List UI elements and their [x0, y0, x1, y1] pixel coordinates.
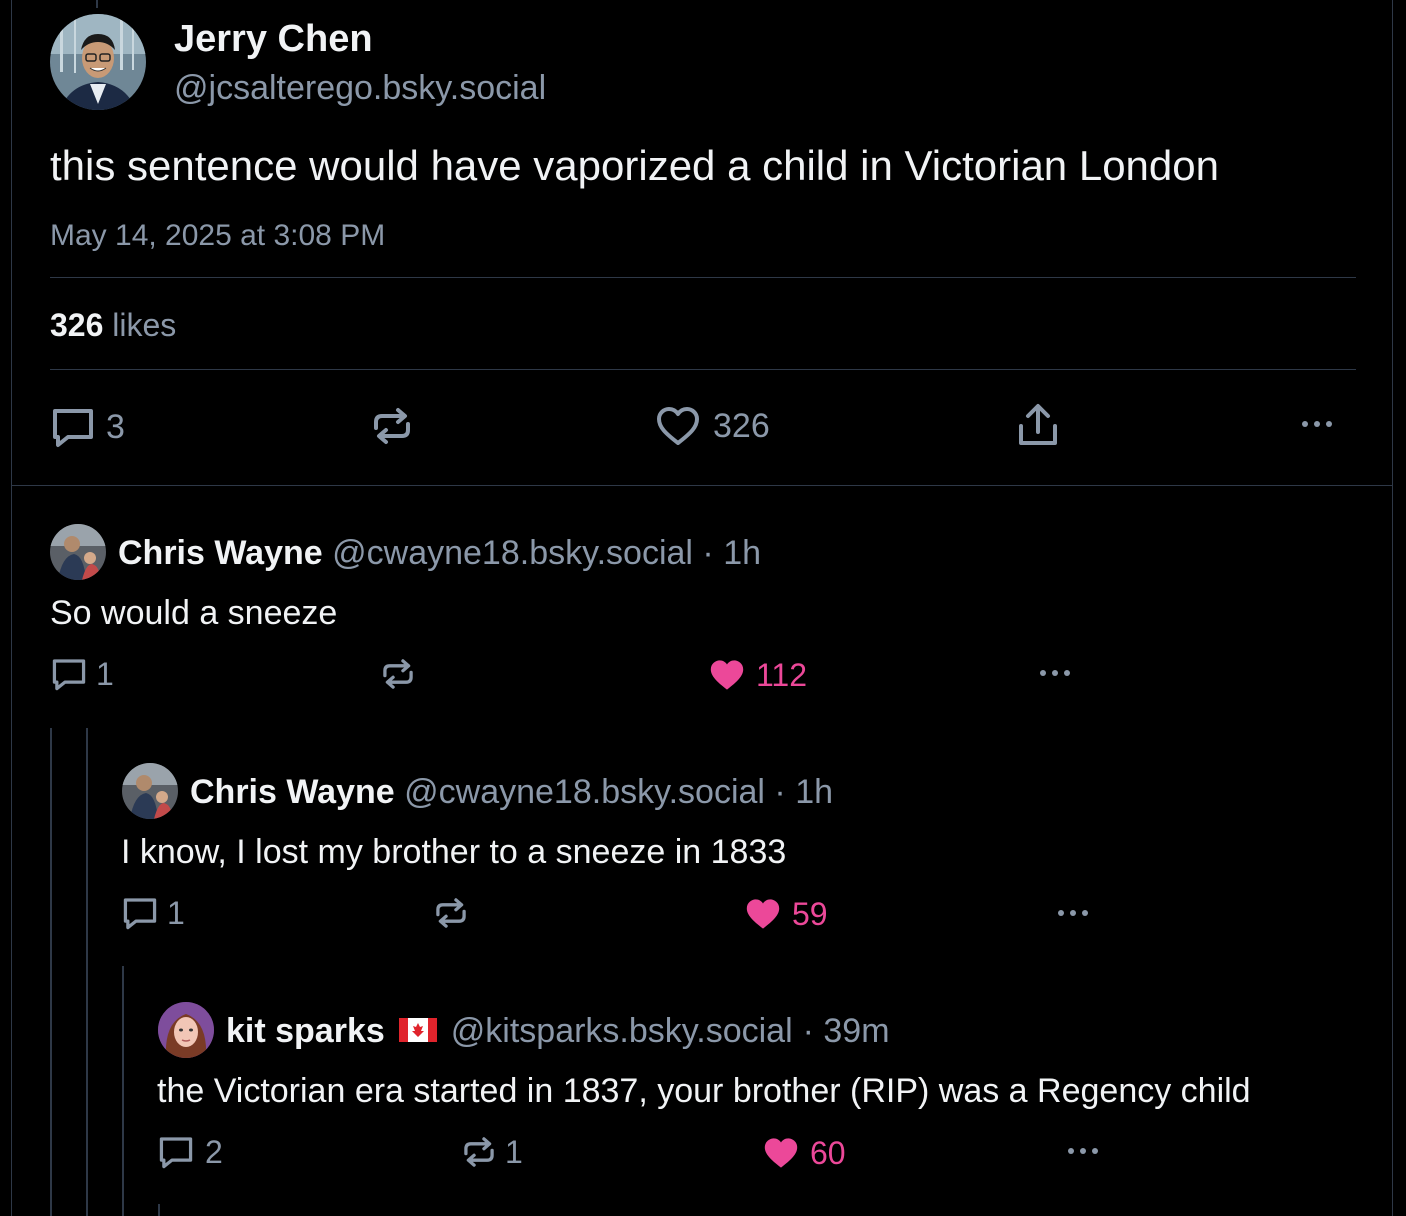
repost-button[interactable] [433, 895, 469, 931]
reply-header: Chris Wayne @cwayne18.bsky.social · 1h [190, 771, 833, 813]
reply-count: 2 [205, 1133, 223, 1170]
more-icon[interactable] [1040, 670, 1070, 676]
like-button[interactable]: 60 [762, 1134, 846, 1172]
likes-count: 326 [50, 307, 104, 343]
reply-icon [157, 1135, 195, 1169]
reply-icon [121, 896, 159, 930]
author-name[interactable]: Chris Wayne [190, 773, 395, 811]
reply-button[interactable]: 1 [121, 895, 185, 931]
divider [50, 369, 1356, 370]
avatar[interactable] [122, 763, 178, 819]
likes-summary[interactable]: 326 likes [50, 304, 176, 346]
reply-icon [50, 657, 88, 691]
repost-icon [433, 895, 469, 931]
repost-button[interactable] [380, 656, 416, 692]
heart-icon [708, 658, 746, 692]
reply-text: So would a sneeze [50, 594, 338, 632]
repost-icon [370, 404, 414, 448]
like-count: 112 [756, 656, 808, 693]
repost-button[interactable]: 1 [461, 1134, 523, 1170]
avatar[interactable] [50, 524, 106, 580]
left-border [11, 0, 12, 1216]
author-name[interactable]: Chris Wayne [118, 534, 323, 572]
heart-icon [762, 1136, 800, 1170]
more-icon[interactable] [1302, 421, 1332, 427]
reply-text: the Victorian era started in 1837, your … [157, 1072, 1251, 1110]
like-button[interactable]: 326 [655, 404, 770, 448]
repost-count: 1 [505, 1133, 523, 1170]
like-count: 60 [810, 1134, 846, 1171]
share-icon [1016, 402, 1060, 448]
thread-line [50, 728, 52, 1216]
like-button[interactable]: 112 [708, 656, 807, 694]
post-timestamp: May 14, 2025 at 3:08 PM [50, 219, 386, 252]
reply-button[interactable]: 1 [50, 656, 114, 692]
like-count: 326 [713, 406, 770, 445]
author-handle[interactable]: @cwayne18.bsky.social [332, 534, 693, 572]
likes-label: likes [112, 307, 177, 343]
post-time[interactable]: · 1h [702, 534, 761, 572]
reply-icon [50, 406, 96, 448]
author-handle[interactable]: @kitsparks.bsky.social [451, 1010, 793, 1052]
reply-count: 3 [106, 407, 125, 446]
heart-icon [744, 897, 782, 931]
reply-button[interactable]: 2 [157, 1134, 223, 1170]
reply-header: kit sparks @kitsparks.bsky.social · 39m [226, 1010, 890, 1052]
share-button[interactable] [1016, 402, 1060, 448]
thread-connector-top [96, 0, 98, 8]
like-button[interactable]: 59 [744, 895, 828, 933]
like-count: 59 [792, 895, 828, 932]
reply-text: I know, I lost my brother to a sneeze in… [121, 833, 787, 871]
reply-header: Chris Wayne @cwayne18.bsky.social · 1h [118, 532, 761, 574]
divider [50, 277, 1356, 278]
section-divider [12, 485, 1392, 486]
reply-button[interactable]: 3 [50, 405, 125, 449]
avatar[interactable] [158, 1002, 214, 1058]
reply-count: 1 [96, 655, 114, 692]
thread-line [158, 1204, 160, 1216]
author-name[interactable]: Jerry Chen [174, 16, 373, 62]
repost-icon [461, 1134, 497, 1170]
heart-icon [655, 405, 701, 447]
repost-button[interactable] [370, 404, 414, 448]
post-time[interactable]: · 39m [803, 1010, 890, 1052]
right-border [1392, 0, 1393, 1216]
more-icon[interactable] [1058, 910, 1088, 916]
author-handle[interactable]: @jcsalterego.bsky.social [174, 66, 546, 110]
thread-line [86, 728, 88, 1216]
repost-icon [380, 656, 416, 692]
author-name[interactable]: kit sparks [226, 1010, 385, 1052]
thread-line [122, 966, 124, 1216]
post-text: this sentence would have vaporized a chi… [50, 142, 1219, 189]
more-icon[interactable] [1068, 1148, 1098, 1154]
post-time[interactable]: · 1h [774, 773, 833, 811]
author-handle[interactable]: @cwayne18.bsky.social [404, 773, 765, 811]
reply-count: 1 [167, 894, 185, 931]
canada-flag-icon [398, 1010, 437, 1052]
avatar[interactable] [50, 14, 146, 110]
